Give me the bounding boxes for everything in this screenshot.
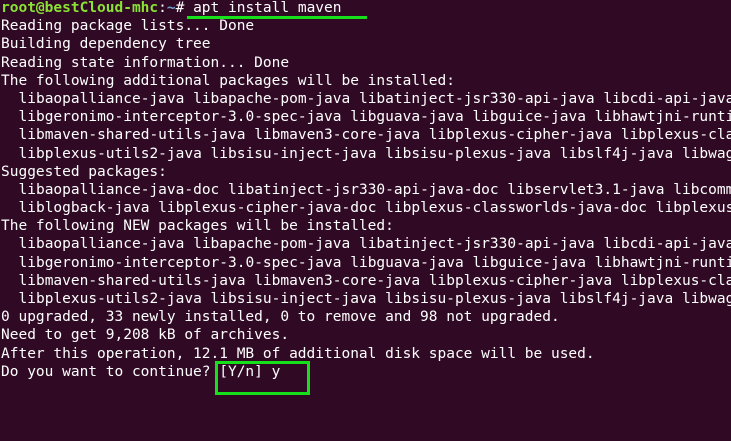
output-line-reading-lists: Reading package lists... Done (1, 18, 255, 35)
additional-packages-line: libaopalliance-java libapache-pom-java l… (18, 90, 731, 107)
download-size: Need to get 9,208 kB of archives. (1, 327, 290, 344)
additional-packages-line: libgeronimo-interceptor-3.0-spec-java li… (18, 109, 731, 126)
new-packages-line: libplexus-utils2-java libsisu-inject-jav… (18, 291, 731, 307)
new-packages-line: libmaven-shared-utils-java libmaven3-cor… (18, 272, 731, 289)
new-packages-header: The following NEW packages will be insta… (1, 218, 394, 235)
additional-packages-header: The following additional packages will b… (1, 72, 455, 89)
disk-space-notice: After this operation, 12.1 MB of additio… (1, 345, 595, 362)
suggested-packages-line: liblogback-java libplexus-cipher-java-do… (18, 200, 731, 217)
confirmation-highlight-box (215, 361, 310, 395)
prompt-user-host: root@bestCloud-mhc (1, 0, 159, 16)
new-packages-line: libaopalliance-java libapache-pom-java l… (18, 236, 731, 253)
terminal-output: root@bestCloud-mhc:~# apt install maven … (1, 0, 731, 381)
prompt-separator: : (158, 0, 167, 16)
new-packages-line: libgeronimo-interceptor-3.0-spec-java li… (18, 254, 731, 271)
command-highlight-underline (187, 16, 367, 19)
additional-packages-line: libmaven-shared-utils-java libmaven3-cor… (18, 127, 731, 144)
output-line-reading-state: Reading state information... Done (1, 54, 290, 71)
command-prompt-line: root@bestCloud-mhc:~# apt install maven (1, 0, 731, 17)
prompt-path: ~ (166, 0, 176, 16)
command-text: apt install maven (193, 0, 342, 16)
suggested-packages-line: libaopalliance-java-doc libatinject-jsr3… (18, 181, 731, 198)
install-summary: 0 upgraded, 33 newly installed, 0 to rem… (1, 309, 560, 326)
output-line-building-tree: Building dependency tree (1, 36, 211, 53)
terminal-window[interactable]: root@bestCloud-mhc:~# apt install maven … (0, 0, 731, 441)
continue-prompt[interactable]: Do you want to continue? [Y/n] y (1, 363, 731, 381)
prompt-symbol: # (175, 0, 194, 16)
additional-packages-line: libplexus-utils2-java libsisu-inject-jav… (18, 145, 731, 162)
suggested-packages-header: Suggested packages: (1, 163, 167, 180)
